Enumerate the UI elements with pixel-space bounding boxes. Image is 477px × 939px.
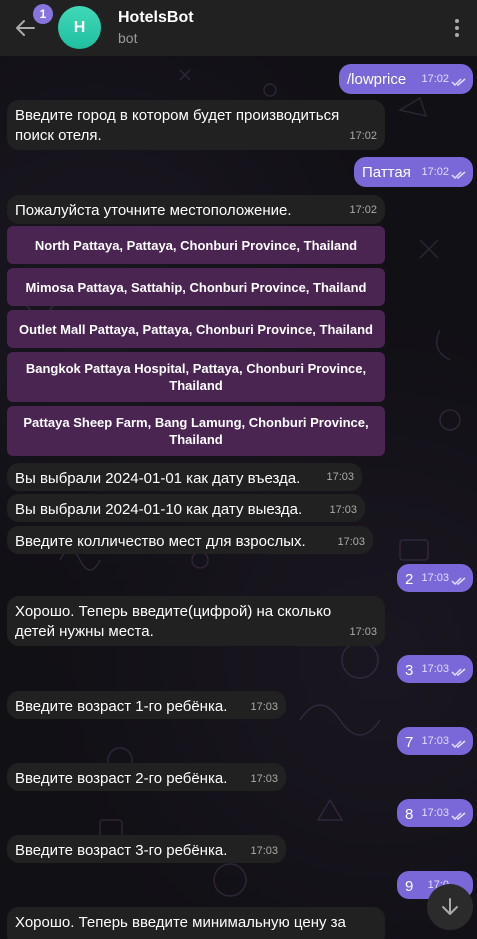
scroll-down-button[interactable] bbox=[427, 884, 473, 930]
message-outgoing: 7 17:03 bbox=[397, 727, 473, 755]
message-time: 17:03 bbox=[250, 701, 278, 713]
chat-status: bot bbox=[118, 30, 138, 46]
message-incoming: Хорошо. Теперь введите(цифрой) на скольк… bbox=[7, 596, 385, 646]
more-vertical-icon bbox=[455, 19, 459, 23]
message-time: 17:03 bbox=[250, 773, 278, 785]
unread-count-badge: 1 bbox=[33, 4, 53, 24]
location-button-mimosa-pattaya[interactable]: Mimosa Pattaya, Sattahip, Chonburi Provi… bbox=[7, 268, 385, 306]
message-outgoing: 2 17:03 bbox=[397, 564, 473, 592]
double-check-icon bbox=[451, 171, 466, 180]
message-time: 17:02 bbox=[349, 204, 377, 216]
double-check-icon bbox=[451, 668, 466, 677]
message-time: 17:03 bbox=[329, 504, 357, 516]
message-time: 17:03 bbox=[349, 626, 377, 638]
message-time: 17:02 bbox=[421, 73, 449, 85]
message-incoming: Вы выбрали 2024-01-10 как дату выезда. 1… bbox=[7, 494, 365, 522]
double-check-icon bbox=[451, 740, 466, 749]
avatar[interactable]: H bbox=[58, 6, 101, 49]
message-incoming: Введите возраст 2-го ребёнка. 17:03 bbox=[7, 763, 286, 791]
message-incoming: Вы выбрали 2024-01-01 как дату въезда. 1… bbox=[7, 463, 362, 491]
double-check-icon bbox=[451, 78, 466, 87]
message-time: 17:03 bbox=[337, 536, 365, 548]
location-button-north-pattaya[interactable]: North Pattaya, Pattaya, Chonburi Provinc… bbox=[7, 226, 385, 264]
message-outgoing: 3 17:03 bbox=[397, 655, 473, 683]
message-incoming: Пожалуйста уточните местоположение. 17:0… bbox=[7, 195, 385, 224]
message-time: 17:03 bbox=[326, 471, 354, 483]
location-button-bangkok-pattaya-hospital[interactable]: Bangkok Pattaya Hospital, Pattaya, Chonb… bbox=[7, 352, 385, 402]
message-outgoing: /lowprice 17:02 bbox=[339, 64, 473, 94]
arrow-down-icon bbox=[442, 898, 458, 915]
message-incoming: Введите город в котором будет производит… bbox=[7, 100, 385, 150]
message-incoming: Хорошо. Теперь введите минимальную цену … bbox=[7, 907, 385, 939]
double-check-icon bbox=[451, 577, 466, 586]
message-incoming: Введите возраст 1-го ребёнка. 17:03 bbox=[7, 691, 286, 719]
message-time: 17:03 bbox=[421, 735, 449, 747]
message-time: 17:02 bbox=[421, 166, 449, 178]
message-time: 17:03 bbox=[421, 663, 449, 675]
location-button-outlet-mall-pattaya[interactable]: Outlet Mall Pattaya, Pattaya, Chonburi P… bbox=[7, 310, 385, 348]
message-time: 17:03 bbox=[250, 845, 278, 857]
chat-header: 1 H HotelsBot bot bbox=[0, 0, 477, 56]
message-time: 17:03 bbox=[421, 807, 449, 819]
message-incoming: Введите колличество мест для взрослых. 1… bbox=[7, 526, 373, 554]
message-incoming: Введите возраст 3-го ребёнка. 17:03 bbox=[7, 835, 286, 863]
message-outgoing: Паттая 17:02 bbox=[354, 157, 473, 187]
chat-title-area[interactable]: HotelsBot bot bbox=[118, 9, 194, 46]
arrow-left-icon bbox=[16, 20, 35, 36]
message-time: 17:02 bbox=[349, 130, 377, 142]
chat-title: HotelsBot bbox=[118, 9, 194, 26]
more-menu-button[interactable] bbox=[451, 16, 463, 40]
double-check-icon bbox=[451, 812, 466, 821]
location-button-pattaya-sheep-farm[interactable]: Pattaya Sheep Farm, Bang Lamung, Chonbur… bbox=[7, 406, 385, 456]
message-outgoing: 8 17:03 bbox=[397, 799, 473, 827]
message-time: 17:03 bbox=[421, 572, 449, 584]
